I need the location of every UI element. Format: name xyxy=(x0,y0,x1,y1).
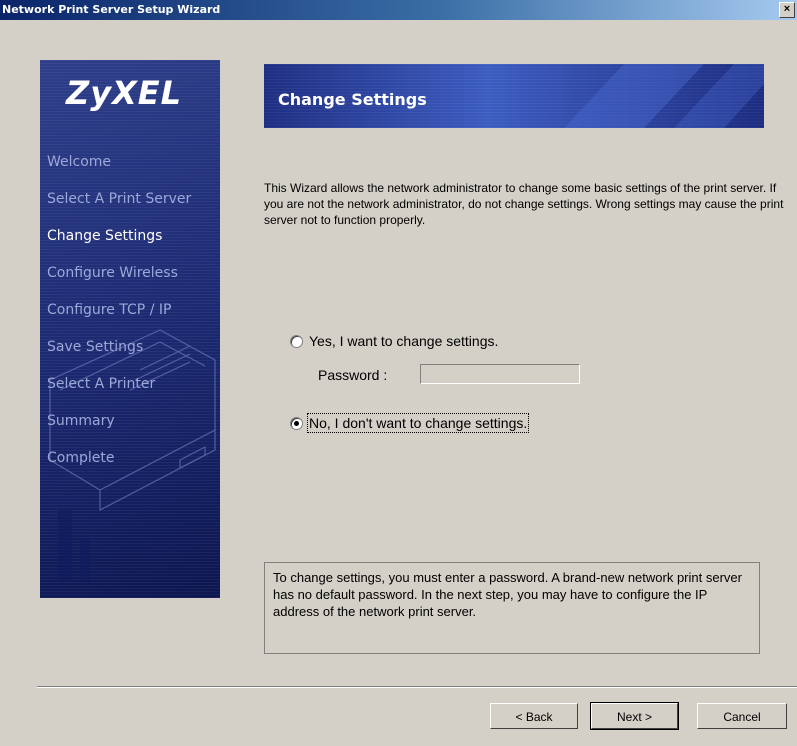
cancel-button[interactable]: Cancel xyxy=(697,703,787,729)
radio-yes[interactable] xyxy=(290,334,303,348)
nav-step: Select A Print Server xyxy=(47,191,192,207)
nav-step: Welcome xyxy=(47,154,112,170)
page-title: Change Settings xyxy=(278,90,427,109)
title-bar: Network Print Server Setup Wizard × xyxy=(0,0,797,20)
option-yes[interactable]: Yes, I want to change settings. xyxy=(290,333,498,349)
nav-step: Select A Printer xyxy=(47,376,156,392)
close-button[interactable]: × xyxy=(779,2,795,18)
info-note: To change settings, you must enter a pas… xyxy=(264,562,760,654)
page-header: Change Settings xyxy=(264,64,764,128)
option-no-label[interactable]: No, I don't want to change settings. xyxy=(306,413,530,433)
radio-no[interactable] xyxy=(290,416,303,430)
footer-divider xyxy=(37,686,797,688)
zyxel-logo: ZyXEL xyxy=(66,74,182,112)
nav-step: Change Settings xyxy=(47,228,163,244)
nav-step: Complete xyxy=(47,450,115,466)
wizard-description: This Wizard allows the network administr… xyxy=(264,181,784,227)
option-no[interactable]: No, I don't want to change settings. xyxy=(290,413,530,433)
back-button[interactable]: < Back xyxy=(490,703,578,729)
nav-step: Configure TCP / IP xyxy=(47,302,172,318)
password-field[interactable] xyxy=(420,364,580,384)
option-yes-label[interactable]: Yes, I want to change settings. xyxy=(309,333,498,349)
password-label: Password : xyxy=(318,367,388,383)
nav-step: Configure Wireless xyxy=(47,265,178,281)
close-icon: × xyxy=(783,3,791,15)
wizard-sidebar: ZyXEL Welcome Select A Print Server Change… xyxy=(40,60,220,598)
nav-step: Summary xyxy=(47,413,115,429)
wizard-steps: Welcome Select A Print Server Change Setti… xyxy=(47,152,191,485)
window-title: Network Print Server Setup Wizard xyxy=(2,3,221,16)
nav-step: Save Settings xyxy=(47,339,144,355)
next-button[interactable]: Next > xyxy=(590,702,679,730)
